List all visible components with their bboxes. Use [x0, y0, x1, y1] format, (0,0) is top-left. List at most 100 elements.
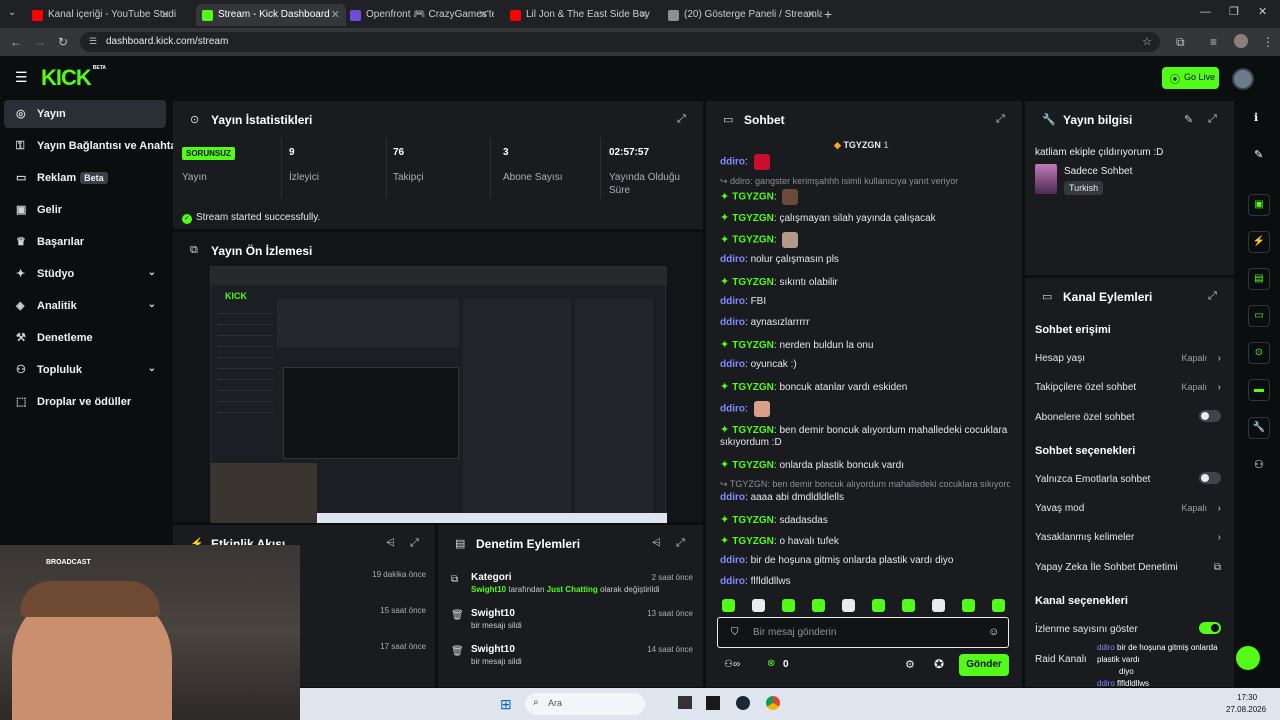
chat-message[interactable]: ✦ TGYZGN:	[720, 189, 1010, 205]
info-icon[interactable]: ℹ	[1254, 111, 1258, 124]
chat-message[interactable]: ddiro: nolur çalışmasın pls	[720, 254, 1010, 265]
chat-username[interactable]: TGYZGN	[732, 536, 774, 547]
app-icon[interactable]	[706, 696, 720, 710]
list-widget-icon[interactable]: ▤	[1248, 268, 1270, 290]
close-tab-icon[interactable]: ✕	[479, 8, 488, 21]
mod-action-row[interactable]: 🗑 Swight10 bir mesajı sildi 13 saat önce	[438, 604, 703, 638]
expand-icon[interactable]: ⤢	[996, 113, 1005, 126]
bookmark-star-icon[interactable]: ☆	[1142, 35, 1152, 48]
mod-tools-icon[interactable]: ✪	[934, 657, 944, 671]
chat-username[interactable]: ddiro	[720, 492, 745, 503]
chat-message[interactable]: ✦ TGYZGN: sdadasdas	[720, 513, 1010, 526]
hamburger-menu-icon[interactable]: ☰	[15, 69, 28, 86]
chat-message[interactable]: ✦ TGYZGN: boncuk atanlar vardı eskiden	[720, 380, 1010, 393]
chat-message[interactable]: ddiro: aynasızlarrrrr	[720, 317, 1010, 328]
chat-message[interactable]: ddiro: bir de hoşuna gitmiş onlarda plas…	[720, 555, 1010, 566]
chat-username[interactable]: TGYZGN	[732, 425, 774, 436]
reload-icon[interactable]: ↻	[58, 35, 68, 49]
chat-message[interactable]: ✦ TGYZGN: çalışmayan silah yayında çalışa…	[720, 211, 1010, 224]
close-tab-icon[interactable]: ✕	[331, 8, 340, 21]
chat-message[interactable]: ddiro:	[720, 401, 1010, 417]
expand-icon[interactable]: ⤢	[676, 537, 685, 550]
chat-message[interactable]: ✦ TGYZGN:	[720, 232, 1010, 248]
emote-shortcut-icon[interactable]	[872, 599, 885, 612]
chat-username[interactable]: TGYZGN	[732, 277, 774, 288]
sidebar-item[interactable]: ⬚ Droplar ve ödüller	[4, 388, 166, 416]
chat-username[interactable]: TGYZGN	[732, 515, 774, 526]
customize-icon[interactable]: ⚇	[1254, 458, 1264, 471]
mod-action-row[interactable]: 🗑 Swight10 bir mesajı sildi 14 saat önce	[438, 640, 703, 674]
banned-words-row[interactable]: Yasaklanmış kelimeler ›	[1035, 532, 1221, 543]
send-button[interactable]: Gönder	[959, 654, 1009, 676]
chrome-icon[interactable]	[766, 696, 780, 710]
chat-username[interactable]: ddiro	[720, 576, 745, 587]
wrench-widget-icon[interactable]: 🔧	[1248, 417, 1270, 439]
taskbar-search[interactable]: ⌕ Ara	[525, 693, 645, 715]
forward-icon[interactable]: →	[34, 35, 46, 49]
chat-username[interactable]: TGYZGN	[732, 382, 774, 393]
emote-shortcut-icon[interactable]	[902, 599, 915, 612]
chat-message[interactable]: ✦ TGYZGN: o havalı tufek	[720, 534, 1010, 547]
edit-pencil-icon[interactable]: ✎	[1184, 113, 1193, 126]
tab-search-icon[interactable]: ⌄	[8, 7, 16, 18]
settings-gear-icon[interactable]: ⚙	[905, 658, 915, 671]
expand-icon[interactable]: ⤢	[410, 537, 419, 550]
mod-action-row[interactable]: ⧉ Kategori Swight10 tarafından Just Chatti…	[438, 568, 703, 602]
close-window-button[interactable]: ✕	[1258, 5, 1267, 18]
browser-menu-icon[interactable]: ⋮	[1262, 35, 1274, 49]
emote-shortcut-icon[interactable]	[992, 599, 1005, 612]
lightning-widget-icon[interactable]: ⚡	[1248, 231, 1270, 253]
chat-username[interactable]: TGYZGN	[732, 192, 774, 203]
emote-shortcut-icon[interactable]	[962, 599, 975, 612]
chat-username[interactable]: TGYZGN	[732, 235, 774, 246]
account-age-row[interactable]: Hesap yaşı Kapalı ›	[1035, 353, 1221, 364]
close-tab-icon[interactable]: ✕	[639, 8, 648, 21]
followers-only-row[interactable]: Takipçilere özel sohbet Kapalı ›	[1035, 382, 1221, 393]
chat-message[interactable]: ddiro: oyuncak :)	[720, 359, 1010, 370]
start-icon[interactable]: ⊞	[500, 696, 512, 713]
chat-username[interactable]: ddiro	[720, 254, 745, 265]
new-tab-button[interactable]: +	[824, 6, 832, 22]
browser-tab[interactable]: Lil Jon & The East Side Boy ✕	[504, 4, 654, 26]
filter-icon[interactable]: ⩤	[652, 537, 661, 550]
chat-message[interactable]: ddiro:	[720, 154, 1010, 170]
steam-icon[interactable]	[736, 696, 750, 710]
chat-widget-icon[interactable]: ▭	[1248, 305, 1270, 327]
sidebar-item[interactable]: ⚇ Topluluk ⌄	[4, 356, 166, 384]
subs-only-toggle[interactable]	[1199, 410, 1221, 422]
go-live-button[interactable]: ⦿ Go Live	[1162, 67, 1219, 89]
chat-message[interactable]: ddiro: aaaa abi dmdldldlells	[720, 492, 1010, 503]
browser-tab[interactable]: Openfront 🎮 CrazyGames'te o ✕	[344, 4, 494, 26]
video-widget-icon[interactable]: ▣	[1248, 194, 1270, 216]
browser-tab[interactable]: (20) Gösterge Paneli / Streamla ✕	[662, 4, 822, 26]
chat-username[interactable]: ddiro	[720, 555, 745, 566]
slow-mode-row[interactable]: Yavaş mod Kapalı ›	[1035, 503, 1221, 514]
chat-username[interactable]: ddiro	[720, 359, 745, 370]
sidebar-item[interactable]: ◎ Yayın	[4, 100, 166, 128]
site-info-icon[interactable]: ☰	[89, 36, 97, 47]
emote-shortcut-icon[interactable]	[932, 599, 945, 612]
chat-username[interactable]: TGYZGN	[732, 460, 774, 471]
card-widget-icon[interactable]: ▬	[1248, 379, 1270, 401]
emote-shortcut-icon[interactable]	[752, 599, 765, 612]
back-icon[interactable]: ←	[10, 35, 22, 49]
expand-icon[interactable]: ⤢	[1208, 113, 1217, 126]
sidebar-item[interactable]: ⚒ Denetleme	[4, 324, 166, 352]
chat-input[interactable]: ⛉ Bir mesaj gönderin ☺	[717, 617, 1009, 648]
chat-username[interactable]: TGYZGN	[732, 213, 774, 224]
chat-message[interactable]: ddiro: FBI	[720, 296, 1010, 307]
extensions-icon[interactable]: ⧉	[1176, 35, 1185, 50]
show-viewers-toggle[interactable]	[1199, 622, 1221, 634]
url-field[interactable]: ☰ dashboard.kick.com/stream ☆	[80, 32, 1160, 52]
chat-username[interactable]: TGYZGN	[732, 340, 774, 351]
reading-list-icon[interactable]: ≡	[1210, 35, 1217, 49]
emote-only-toggle[interactable]	[1199, 472, 1221, 484]
emote-shortcut-icon[interactable]	[722, 599, 735, 612]
browser-tab[interactable]: Stream - Kick Dashboard ✕	[196, 4, 346, 26]
chat-username[interactable]: ddiro	[720, 296, 745, 307]
chat-message[interactable]: ✦ TGYZGN: ben demir boncuk alıyordum maha…	[720, 423, 1010, 436]
sidebar-item[interactable]: ▭ Reklam Beta	[4, 164, 166, 192]
expand-icon[interactable]: ⤢	[677, 113, 686, 126]
emote-shortcut-icon[interactable]	[812, 599, 825, 612]
users-icon[interactable]: ⚇∞	[724, 659, 740, 670]
